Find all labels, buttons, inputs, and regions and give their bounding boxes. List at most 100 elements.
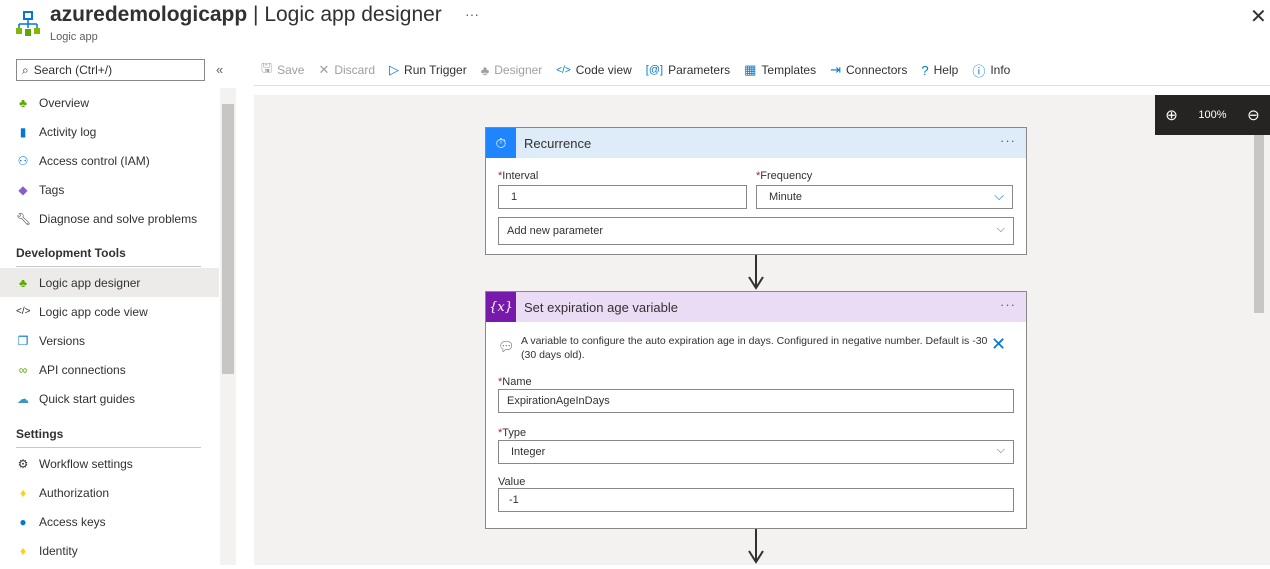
refresh-key-icon: ● (19, 514, 27, 529)
info-icon: ⓘ (972, 63, 986, 79)
frequency-label-text: Frequency (760, 170, 813, 182)
toolbar-divider (254, 85, 1270, 86)
sidebar-item-label: Activity log (39, 124, 97, 139)
sidebar-item-workflow-settings[interactable]: ⚙ Workflow settings (0, 449, 219, 478)
sidebar-item-label: Identity (39, 543, 78, 558)
dismiss-comment-icon[interactable]: ✕ (991, 334, 1006, 355)
zoom-level: 100% (1198, 109, 1227, 121)
help-icon: ? (921, 62, 929, 78)
info-button[interactable]: ⓘ Info (972, 61, 1010, 80)
sidebar-item-tags[interactable]: ◆ Tags (0, 175, 219, 204)
save-label: Save (277, 63, 305, 77)
discard-label: Discard (334, 63, 376, 77)
zoom-out-icon[interactable]: ⊖ (1247, 106, 1260, 124)
more-options-button[interactable]: ··· (465, 6, 479, 22)
search-input[interactable]: ⌕ Search (Ctrl+/) (16, 59, 205, 81)
chevron-down-icon: ⌵ (994, 188, 1004, 203)
save-icon: 🖫︎ (261, 60, 273, 75)
tag-icon: ◆ (18, 182, 28, 197)
code-icon: </> (16, 306, 31, 317)
run-trigger-button[interactable]: ▷ Run Trigger (389, 62, 467, 78)
cloud-icon: ☁ (17, 391, 29, 406)
canvas-scrollbar-thumb[interactable] (1254, 135, 1264, 313)
recurrence-card: ⏱︎ Recurrence ··· *Interval 1 *Frequency… (485, 127, 1027, 255)
page-name: Logic app designer (264, 3, 442, 26)
sidebar-item-overview[interactable]: ♣ Overview (0, 88, 219, 117)
discard-button[interactable]: ✕ Discard (318, 62, 375, 78)
variable-name-input[interactable]: ExpirationAgeInDays (498, 389, 1014, 413)
comment-icon: 💬︎ (498, 339, 515, 354)
wrench-icon: 🔧︎ (16, 211, 32, 226)
key-icon: ♦ (19, 485, 27, 500)
sidebar-item-activity-log[interactable]: ▮ Activity log (0, 117, 219, 146)
sidebar-scrollbar-thumb[interactable] (222, 104, 234, 374)
sidebar-item-label: Access control (IAM) (39, 153, 150, 168)
sidebar-item-versions[interactable]: ❐ Versions (0, 326, 219, 355)
templates-button[interactable]: ▦ Templates (744, 62, 816, 78)
save-button[interactable]: 🖫︎ Save (261, 59, 304, 81)
run-trigger-label: Run Trigger (404, 63, 467, 77)
zoom-controls: ⊕ 100% ⊖ (1155, 95, 1270, 135)
name-label: *Name (498, 376, 532, 388)
chevron-down-icon: ⌵ (996, 444, 1005, 456)
connectors-icon: ⇥ (830, 62, 842, 77)
interval-input[interactable]: 1 (498, 185, 747, 209)
sidebar-item-quick-start[interactable]: ☁ Quick start guides (0, 384, 219, 413)
resource-type: Logic app (50, 31, 98, 43)
collapse-sidebar-button[interactable]: « (216, 62, 223, 77)
people-icon: ⚇ (17, 153, 29, 168)
connectors-button[interactable]: ⇥ Connectors (830, 62, 907, 78)
info-label: Info (990, 63, 1011, 77)
discard-icon: ✕ (318, 62, 330, 77)
name-label-text: Name (502, 376, 532, 388)
toolbar: 🖫︎ Save ✕ Discard ▷ Run Trigger ♣ Designer <… (261, 60, 1010, 80)
link-icon: ∞ (18, 362, 28, 377)
versions-icon: ❐ (17, 333, 29, 348)
frequency-select[interactable]: Minute ⌵ (756, 185, 1013, 209)
set-variable-card: {x} Set expiration age variable ··· 💬︎ A… (485, 291, 1027, 529)
sidebar-item-label: Versions (39, 333, 86, 348)
sidebar-item-logic-app-designer[interactable]: ♣ Logic app designer (0, 268, 219, 297)
sidebar-item-label: API connections (39, 362, 126, 377)
add-parameter-select[interactable]: Add new parameter ⌵ (498, 217, 1014, 245)
set-variable-more-button[interactable]: ··· (1000, 297, 1016, 312)
set-variable-header[interactable]: {x} Set expiration age variable ··· (486, 292, 1026, 322)
sidebar-item-label: Tags (39, 182, 65, 197)
close-button[interactable]: ✕ (1250, 4, 1267, 29)
code-view-button[interactable]: </> Code view (556, 63, 632, 77)
chevron-down-icon: ⌵ (996, 223, 1005, 235)
sidebar-item-diagnose[interactable]: 🔧︎ Diagnose and solve problems (0, 204, 219, 233)
variable-value: -1 (509, 494, 519, 506)
logic-app-icon: ♣ (19, 275, 27, 290)
sidebar-item-api-connections[interactable]: ∞ API connections (0, 355, 219, 384)
sidebar-item-label: Logic app designer (39, 275, 141, 290)
sidebar-item-label: Authorization (39, 485, 110, 500)
sidebar-item-identity[interactable]: ♦ Identity (0, 536, 219, 565)
recurrence-more-button[interactable]: ··· (1000, 133, 1016, 148)
sidebar-item-label: Logic app code view (39, 304, 148, 319)
type-label-text: Type (502, 427, 527, 439)
sidebar-item-label: Quick start guides (39, 391, 136, 406)
page-title: azuredemologicapp | Logic app designer (50, 3, 442, 27)
designer-label: Designer (494, 63, 543, 77)
recurrence-header[interactable]: ⏱︎ Recurrence ··· (486, 128, 1026, 158)
title-separator: | (247, 3, 265, 26)
parameters-button[interactable]: [@] Parameters (646, 63, 730, 77)
search-icon: ⌕ (22, 62, 29, 77)
frequency-label: *Frequency (756, 170, 813, 182)
help-button[interactable]: ? Help (921, 63, 958, 78)
identity-icon: ♦ (19, 543, 27, 558)
sidebar-item-code-view[interactable]: </> Logic app code view (0, 297, 219, 326)
variable-value-input[interactable]: -1 (498, 488, 1014, 512)
variable-name-value: ExpirationAgeInDays (507, 395, 610, 407)
designer-button[interactable]: ♣ Designer (481, 63, 543, 78)
zoom-in-icon[interactable]: ⊕ (1165, 106, 1178, 124)
connectors-label: Connectors (846, 63, 908, 77)
sidebar-item-label: Overview (39, 95, 90, 110)
help-label: Help (933, 63, 959, 77)
activity-log-icon: ▮ (19, 124, 27, 139)
variable-type-select[interactable]: Integer ⌵ (498, 440, 1014, 464)
sidebar-item-access-keys[interactable]: ● Access keys (0, 507, 219, 536)
sidebar-item-access-control[interactable]: ⚇ Access control (IAM) (0, 146, 219, 175)
sidebar-item-authorization[interactable]: ♦ Authorization (0, 478, 219, 507)
